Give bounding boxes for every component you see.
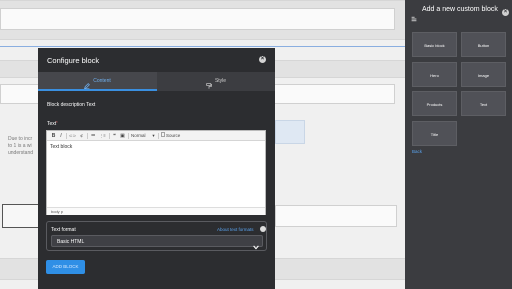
toolbar-divider bbox=[158, 133, 159, 139]
link-button[interactable]: ⊂⊃ bbox=[68, 132, 77, 140]
block-tile-basic-block[interactable]: Basic block bbox=[412, 32, 457, 57]
chevron-down-icon bbox=[252, 238, 260, 250]
unlink-button[interactable]: ⊄ bbox=[78, 132, 85, 140]
bold-button[interactable]: B bbox=[50, 132, 57, 140]
block-tile-hero[interactable]: Hero bbox=[412, 62, 457, 87]
editor-status-bar: body p bbox=[47, 207, 265, 215]
bulleted-list-button[interactable]: ≔ bbox=[89, 132, 97, 140]
about-text-formats-link[interactable]: About text formats bbox=[217, 227, 254, 232]
blocks-icon bbox=[411, 9, 417, 22]
text-field-label: Text bbox=[47, 121, 57, 127]
background-snippet: Due to incr to 1 is a wi understand bbox=[8, 136, 33, 157]
add-block-button[interactable]: ADD BLOCK bbox=[46, 260, 85, 274]
add-custom-block-sidebar: Add a new custom block × Basic block But… bbox=[405, 0, 512, 289]
editor-content[interactable]: Text block bbox=[50, 144, 72, 150]
chevron-down-icon: ▾ bbox=[152, 133, 155, 138]
toolbar-divider bbox=[87, 133, 88, 139]
block-tile-products[interactable]: Products bbox=[412, 91, 457, 116]
format-dropdown[interactable]: Normal bbox=[131, 132, 151, 140]
background-outlined-box bbox=[2, 204, 40, 228]
tab-style-label: Style bbox=[214, 78, 227, 84]
block-tile-image[interactable]: Image bbox=[461, 62, 506, 87]
background-field bbox=[275, 205, 397, 227]
sidebar-title: Add a new custom block bbox=[422, 6, 498, 13]
image-button[interactable]: ▣ bbox=[119, 132, 126, 140]
background-snippet-line: Due to incr bbox=[8, 136, 33, 142]
dialog-header: Configure block × bbox=[38, 48, 275, 72]
pencil-icon bbox=[84, 79, 91, 89]
background-snippet-line: understand bbox=[8, 150, 34, 156]
tab-content-label: Content bbox=[93, 78, 111, 84]
text-format-label: Text format bbox=[51, 227, 76, 233]
source-button[interactable]: Source bbox=[166, 132, 182, 140]
italic-button[interactable]: I bbox=[58, 132, 64, 140]
source-icon bbox=[161, 132, 165, 140]
background-divider bbox=[0, 46, 405, 47]
text-format-selected: Basic HTML bbox=[57, 239, 85, 245]
blockquote-button[interactable]: ❝ bbox=[111, 132, 118, 140]
back-link[interactable]: Back bbox=[412, 149, 422, 154]
text-format-select[interactable]: Basic HTML bbox=[51, 235, 263, 250]
paint-roller-icon bbox=[206, 79, 212, 89]
toolbar-divider bbox=[109, 133, 110, 139]
block-tile-title[interactable]: Title bbox=[412, 121, 457, 146]
required-marker: * bbox=[56, 120, 58, 125]
sidebar-close-button[interactable]: × bbox=[502, 9, 509, 16]
editor-element-path: body p bbox=[51, 209, 64, 214]
background-highlight-box bbox=[275, 120, 305, 144]
dialog-close-button[interactable]: × bbox=[259, 56, 266, 63]
dialog-tabs: Content Style bbox=[38, 72, 275, 91]
rich-text-editor: B I ⊂⊃ ⊄ ≔ ⋮≡ ❝ ▣ Normal ▾ Source Text b… bbox=[46, 130, 266, 215]
numbered-list-button[interactable]: ⋮≡ bbox=[98, 132, 107, 140]
tab-content[interactable]: Content bbox=[38, 72, 157, 91]
tab-style[interactable]: Style bbox=[157, 72, 275, 91]
block-description-label: Block description Text bbox=[47, 102, 96, 108]
toolbar-divider bbox=[66, 133, 67, 139]
background-snippet-line: to 1 is a wi bbox=[8, 143, 32, 149]
text-format-section: Text format About text formats Basic HTM… bbox=[46, 221, 267, 251]
help-icon[interactable] bbox=[260, 226, 266, 232]
editor-toolbar: B I ⊂⊃ ⊄ ≔ ⋮≡ ❝ ▣ Normal ▾ Source bbox=[47, 131, 265, 141]
background-field bbox=[0, 8, 395, 30]
configure-block-dialog: Configure block × Content Style Block de… bbox=[38, 48, 275, 289]
dialog-title: Configure block bbox=[47, 56, 100, 65]
toolbar-divider bbox=[128, 133, 129, 139]
block-tile-text[interactable]: Text bbox=[461, 91, 506, 116]
block-tile-button[interactable]: Button bbox=[461, 32, 506, 57]
